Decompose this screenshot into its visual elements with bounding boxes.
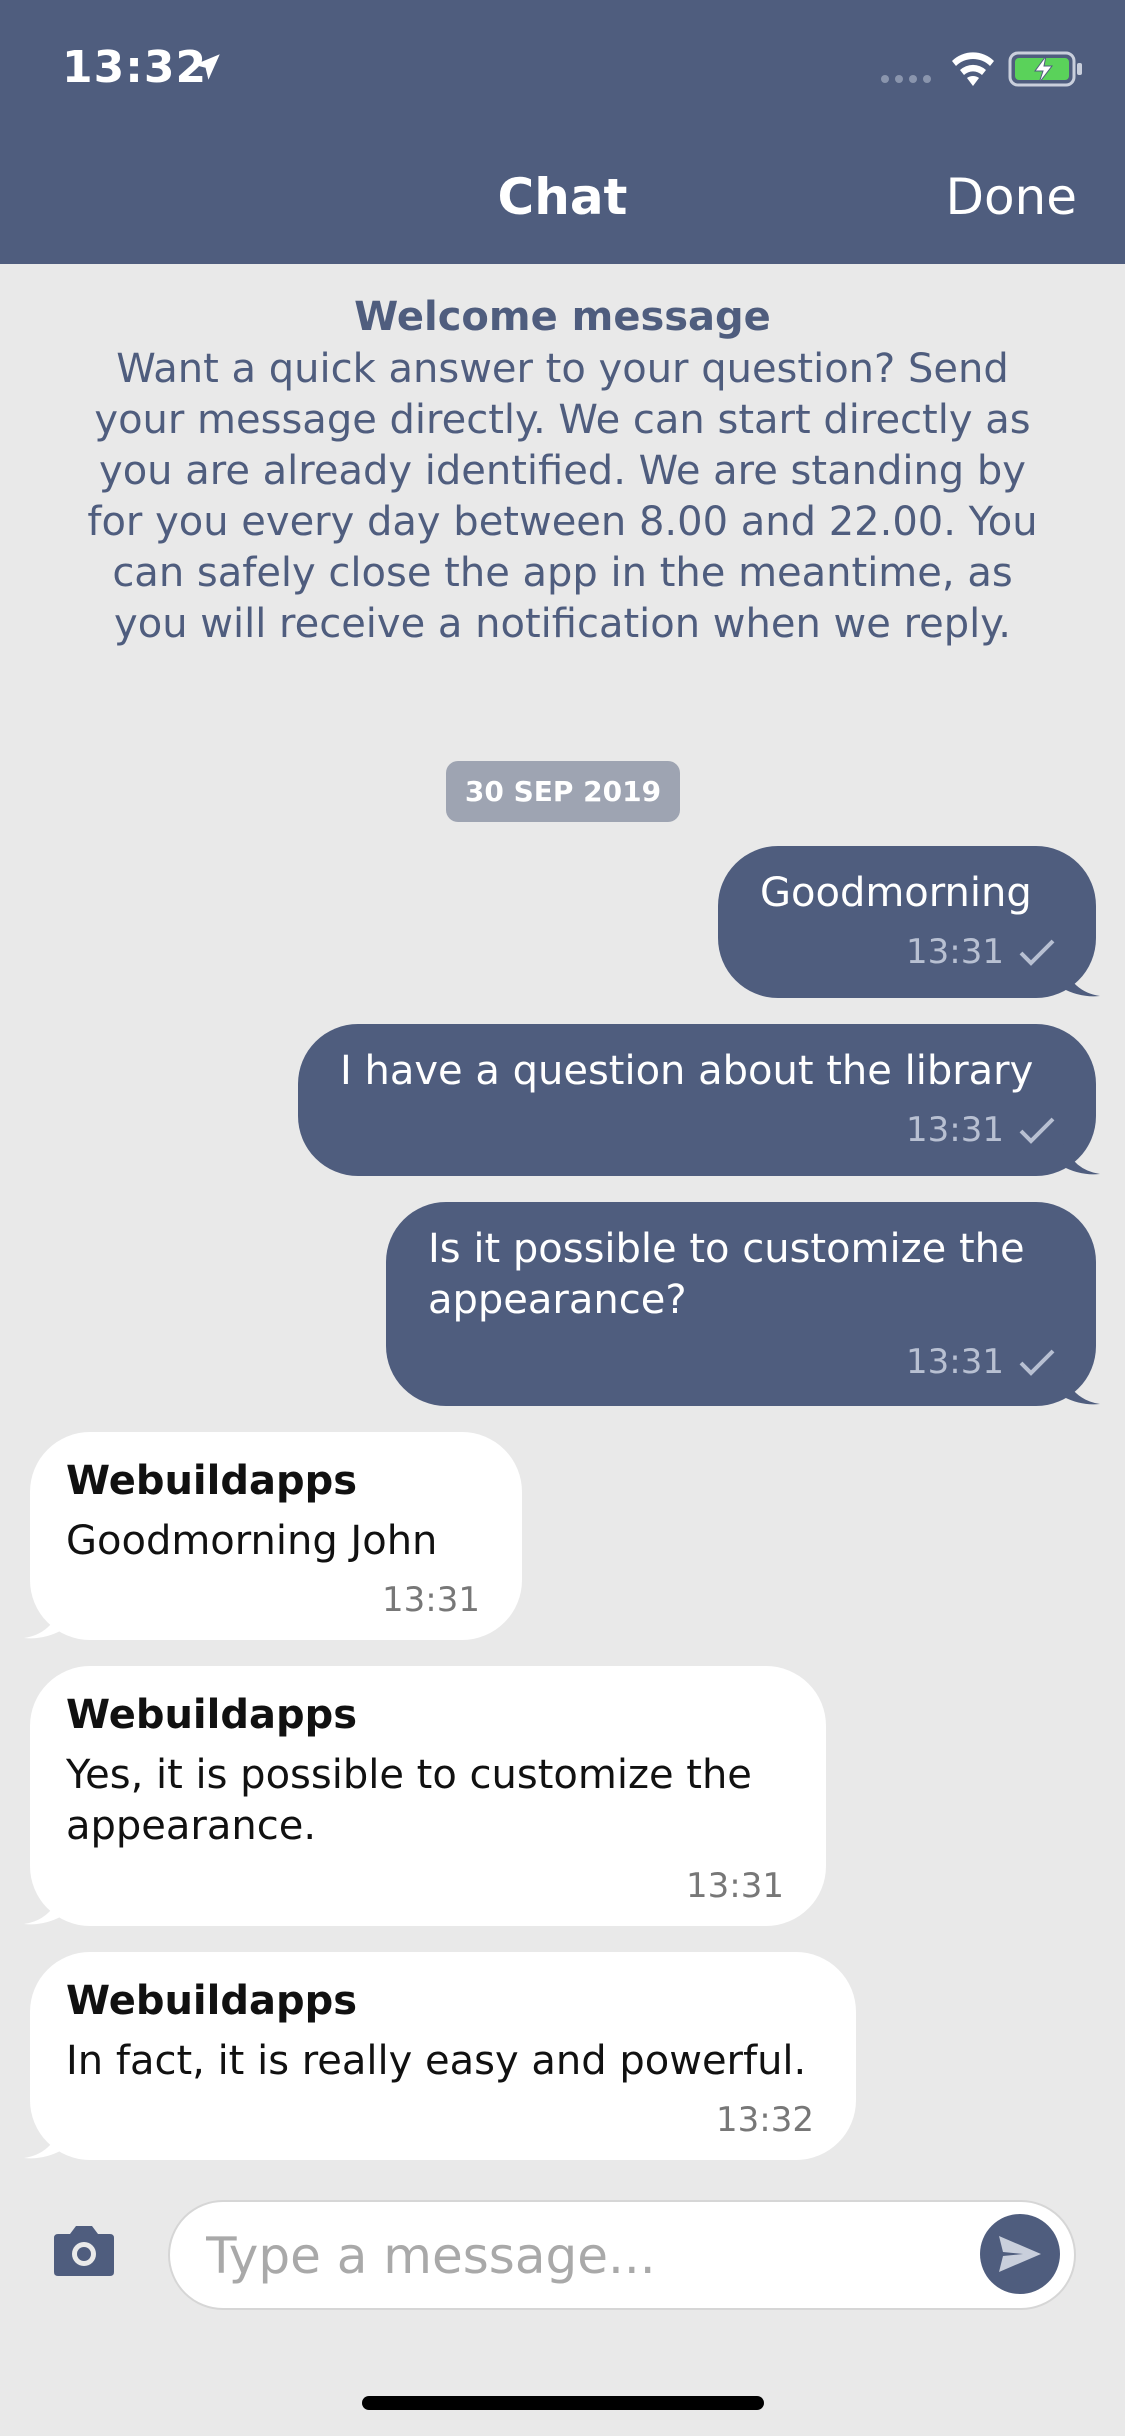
message-bubble-incoming[interactable]: Webuildapps In fact, it is really easy a… (30, 1952, 856, 2160)
message-time: 13:31 (906, 1110, 1004, 1150)
message-meta: 13:31 (382, 1580, 480, 1620)
check-icon (1019, 1349, 1055, 1376)
message-time: 13:31 (906, 932, 1004, 972)
message-sender: Webuildapps (66, 1692, 358, 1738)
bubble-tail (1062, 962, 1100, 997)
check-icon (1019, 939, 1055, 966)
check-icon (1019, 1117, 1055, 1144)
message-time: 13:31 (382, 1580, 480, 1620)
message-time: 13:31 (686, 1866, 784, 1906)
message-text: Goodmorning (760, 870, 1032, 916)
done-button[interactable]: Done (945, 168, 1077, 226)
welcome-title: Welcome message (354, 294, 771, 340)
message-bubble-incoming[interactable]: Webuildapps Goodmorning John 13:31 (30, 1432, 522, 1640)
message-input[interactable] (204, 2224, 948, 2288)
welcome-message: Welcome message Want a quick answer to y… (70, 290, 1055, 650)
message-bubble-outgoing[interactable]: I have a question about the library 13:3… (298, 1024, 1096, 1176)
message-meta: 13:31 (686, 1866, 784, 1906)
message-meta: 13:31 (906, 932, 1056, 972)
message-meta: 13:32 (716, 2100, 814, 2140)
message-time: 13:32 (716, 2100, 814, 2140)
message-sender: Webuildapps (66, 1978, 358, 2024)
message-bubble-outgoing[interactable]: Is it possible to customize the appearan… (386, 1202, 1096, 1406)
home-indicator (362, 2396, 764, 2410)
message-bubble-outgoing[interactable]: Goodmorning 13:31 (718, 846, 1096, 998)
bubble-tail (24, 1604, 62, 1639)
message-input-container[interactable] (168, 2200, 1076, 2310)
message-sender: Webuildapps (66, 1458, 358, 1504)
date-separator: 30 SEP 2019 (446, 761, 680, 822)
message-meta: 13:31 (906, 1110, 1056, 1150)
message-text: Yes, it is possible to customize the app… (66, 1752, 752, 1849)
location-arrow-icon (194, 54, 220, 80)
message-time: 13:31 (906, 1342, 1004, 1382)
message-bubble-incoming[interactable]: Webuildapps Yes, it is possible to custo… (30, 1666, 826, 1926)
battery-charging-icon (1008, 51, 1082, 87)
send-icon (999, 2236, 1041, 2272)
message-text: I have a question about the library (340, 1048, 1034, 1094)
signal-icon (881, 75, 931, 83)
message-meta: 13:31 (906, 1342, 1056, 1382)
message-text: Is it possible to customize the appearan… (428, 1226, 1025, 1323)
camera-icon[interactable] (52, 2222, 116, 2278)
header: 13:32 Chat Done (0, 0, 1125, 264)
wifi-icon (952, 52, 994, 86)
status-time: 13:32 (62, 42, 208, 93)
bubble-tail (1062, 1370, 1100, 1405)
message-text: Goodmorning John (66, 1518, 438, 1564)
bubble-tail (24, 2124, 62, 2159)
welcome-body: Want a quick answer to your question? Se… (87, 346, 1038, 647)
message-text: In fact, it is really easy and powerful. (66, 2038, 807, 2084)
send-button[interactable] (980, 2214, 1060, 2294)
bubble-tail (24, 1890, 62, 1925)
bubble-tail (1062, 1140, 1100, 1175)
